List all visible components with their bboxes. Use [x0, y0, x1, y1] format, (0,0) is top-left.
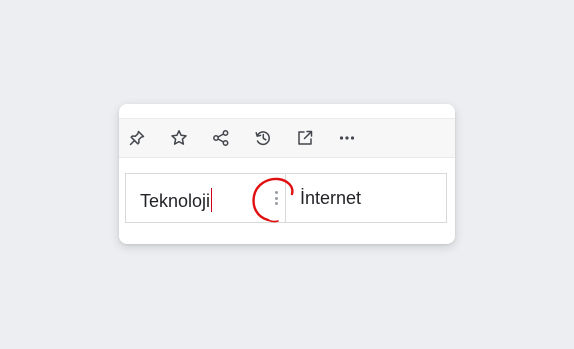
table: Teknoloji İnternet	[125, 173, 447, 223]
open-external-icon	[298, 130, 313, 145]
history-icon	[255, 131, 270, 146]
table-cell[interactable]: Teknoloji	[126, 174, 285, 222]
pin-icon	[129, 130, 145, 146]
toolbar	[119, 118, 455, 158]
history-button[interactable]	[253, 128, 273, 148]
share-icon	[213, 130, 229, 146]
pin-button[interactable]	[127, 128, 147, 148]
text-caret	[211, 188, 213, 212]
open-external-button[interactable]	[295, 128, 315, 148]
cell-text: İnternet	[300, 188, 362, 208]
popover-card: Teknoloji İnternet	[119, 104, 455, 244]
share-button[interactable]	[211, 128, 231, 148]
table-cell[interactable]: İnternet	[286, 174, 446, 222]
star-icon	[171, 130, 187, 145]
cell-text: Teknoloji	[140, 191, 211, 211]
more-icon	[339, 136, 355, 140]
favorite-button[interactable]	[169, 128, 189, 148]
more-button[interactable]	[337, 128, 357, 148]
column-handle-icon[interactable]	[273, 189, 281, 207]
